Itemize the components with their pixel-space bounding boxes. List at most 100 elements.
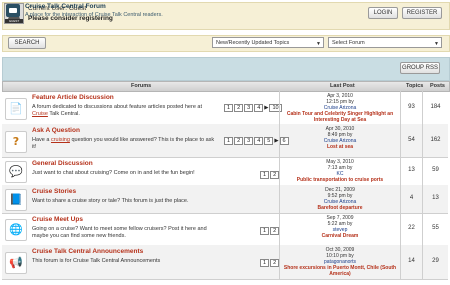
- page-link[interactable]: 1: [260, 171, 270, 179]
- forum-title-link[interactable]: Ask A Question: [32, 127, 80, 134]
- page-link[interactable]: 2: [270, 171, 280, 179]
- book-icon: 📘: [5, 189, 27, 211]
- forum-select-value: Select Forum: [332, 40, 365, 46]
- forum-title-link[interactable]: Cruise Stories: [32, 188, 76, 195]
- topic-count: 4: [409, 195, 414, 201]
- topic-count: 54: [408, 137, 415, 143]
- post-count: 13: [432, 195, 439, 201]
- forum-row: 💬 General Discussion Just want to chat abo…: [2, 157, 448, 186]
- last-post: Oct 30, 2009 10:10 pm by patagonanorts Shor…: [281, 247, 399, 277]
- page-link[interactable]: 4: [254, 104, 264, 112]
- topic-count: 14: [408, 258, 415, 264]
- forum-title-link[interactable]: General Discussion: [32, 160, 93, 167]
- column-divider: [279, 245, 280, 279]
- topic-count: 13: [408, 167, 415, 173]
- page-link[interactable]: 3: [244, 137, 254, 145]
- dropdown-arrow-icon: ▼: [316, 41, 321, 47]
- next-page-arrow-icon[interactable]: ▶: [264, 105, 268, 111]
- post-count: 162: [430, 137, 441, 143]
- page-link[interactable]: 4: [254, 137, 264, 145]
- description-text: This forum is for Cruise Talk Central An…: [32, 258, 161, 264]
- post-count: 55: [432, 225, 439, 231]
- description-text: Talk Central.: [47, 111, 80, 117]
- forum-title: Cruise Talk Central Forum: [25, 3, 106, 10]
- forum-row: ? Ask A Question Have a cruising question …: [2, 124, 448, 158]
- megaphone-icon: 📢: [5, 252, 27, 274]
- question-icon: ?: [5, 131, 27, 153]
- page-link[interactable]: 1: [224, 137, 234, 145]
- column-divider: [279, 124, 280, 157]
- col-topics: Topics: [406, 83, 424, 89]
- forum-row: 📄 Feature Article Discussion A forum dedic…: [2, 91, 448, 125]
- forum-description: Want to share a cruise story or tale? Th…: [32, 198, 272, 205]
- last-post-topic[interactable]: Public transportation to cruise ports: [281, 177, 399, 183]
- page-link[interactable]: 2: [234, 137, 244, 145]
- post-count: 184: [430, 104, 441, 110]
- chat-icon: 💬: [5, 161, 27, 183]
- forum-icon: [6, 4, 20, 17]
- last-post-topic[interactable]: Carnival Dream: [281, 233, 399, 239]
- description-text: Just want to chat about cruising? Come o…: [32, 170, 195, 176]
- forum-row: 📢 Cruise Talk Central Announcements This f…: [2, 245, 448, 280]
- register-button[interactable]: REGISTER: [402, 7, 442, 19]
- login-button[interactable]: LOGIN: [368, 7, 398, 19]
- page-link[interactable]: 2: [270, 259, 280, 267]
- forum-title-link[interactable]: Feature Article Discussion: [32, 94, 114, 101]
- last-post-topic[interactable]: Barefoot departure: [281, 205, 399, 211]
- topic-count: 22: [408, 225, 415, 231]
- post-count: 29: [432, 258, 439, 264]
- topic-count: 93: [408, 104, 415, 110]
- last-post: May 3, 2010 7:13 am by KC Public transporta…: [281, 159, 399, 183]
- last-post: Dec 21, 2009 9:52 pm by Cruise Arizona Bare…: [281, 187, 399, 211]
- forum-header: [2, 57, 450, 81]
- col-forums: Forums: [131, 83, 152, 89]
- forum-description: Have a cruising question you would like …: [32, 137, 217, 151]
- description-link[interactable]: cruising: [51, 137, 70, 143]
- post-count: 59: [432, 167, 439, 173]
- page-link[interactable]: 2: [234, 104, 244, 112]
- search-button[interactable]: SEARCH: [8, 37, 46, 49]
- description-text: A forum dedicated to discussions about f…: [32, 104, 202, 110]
- pagination: 12: [260, 227, 280, 235]
- page-link[interactable]: 1: [224, 104, 234, 112]
- last-post-topic[interactable]: Shore excursions in Puerto Montt, Chile …: [281, 265, 399, 277]
- last-post-topic[interactable]: Cabin Tour and Celebrity Singer Highligh…: [281, 111, 399, 123]
- last-post-topic[interactable]: Lost at sea: [281, 144, 399, 150]
- description-text: Going on a cruise? Want to meet some fel…: [32, 226, 207, 239]
- next-page-arrow-icon[interactable]: ▶: [274, 138, 278, 144]
- page-link[interactable]: 3: [244, 104, 254, 112]
- forum-description: Just want to chat about cruising? Come o…: [32, 170, 217, 177]
- page-icon: 📄: [5, 98, 27, 120]
- column-divider: [279, 185, 280, 213]
- last-post: Apr 3, 2010 12:15 pm by Cruise Arizona Cabi…: [281, 93, 399, 123]
- group-rss-button[interactable]: GROUP RSS: [400, 62, 440, 74]
- column-divider: [279, 157, 280, 185]
- last-post: Sep 7, 2009 5:22 am by stevep Carnival Drea…: [281, 215, 399, 239]
- col-posts: Posts: [430, 83, 445, 89]
- page-link[interactable]: 1: [260, 227, 270, 235]
- forum-description: This forum is for Cruise Talk Central An…: [32, 258, 217, 265]
- forum-title-link[interactable]: Cruise Meet Ups: [32, 216, 83, 223]
- forum-title-link[interactable]: Cruise Talk Central Announcements: [32, 248, 143, 255]
- forum-select[interactable]: Select Forum ▼: [328, 37, 442, 48]
- pagination: 12: [260, 259, 280, 267]
- pagination: 12: [260, 171, 280, 179]
- forum-description: A forum dedicated to discussions about f…: [32, 104, 217, 118]
- last-post: Apr 30, 2010 8:49 pm by Cruise Arizona Lost…: [281, 126, 399, 150]
- forum-description: Going on a cruise? Want to meet some fel…: [32, 226, 217, 240]
- column-divider: [279, 213, 280, 245]
- description-text: Have a: [32, 137, 51, 143]
- pagination: 1 2 3 4 ▶ 10: [224, 104, 283, 112]
- description-text: Want to share a cruise story or tale? Th…: [32, 198, 189, 204]
- forum-row: 🌐 Cruise Meet Ups Going on a cruise? Want …: [2, 213, 448, 246]
- page-link[interactable]: 2: [270, 227, 280, 235]
- column-divider: [279, 91, 280, 124]
- topics-select-value: New/Recently Updated Topics: [216, 40, 290, 46]
- dropdown-arrow-icon: ▼: [434, 41, 439, 47]
- globe-icon: 🌐: [5, 219, 27, 241]
- page-link[interactable]: 5: [264, 137, 274, 145]
- topics-select[interactable]: New/Recently Updated Topics ▼: [212, 37, 324, 48]
- page-link[interactable]: 1: [260, 259, 270, 267]
- description-link[interactable]: Cruise: [32, 111, 48, 117]
- avatar-caption: GUEST: [5, 19, 23, 23]
